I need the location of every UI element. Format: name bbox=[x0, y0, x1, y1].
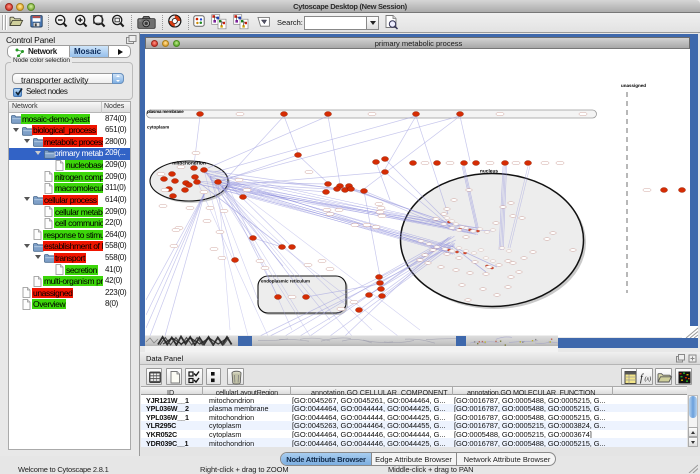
svg-text:nucleus: nucleus bbox=[480, 169, 498, 175]
svg-text:plasma membrane: plasma membrane bbox=[147, 109, 184, 114]
svg-text:(x): (x) bbox=[645, 376, 652, 383]
svg-text:mitochondrion: mitochondrion bbox=[172, 161, 206, 167]
svg-text:cytoplasm: cytoplasm bbox=[147, 125, 169, 130]
svg-text:endoplasmic reticulum: endoplasmic reticulum bbox=[261, 279, 310, 284]
svg-text:f: f bbox=[640, 373, 644, 384]
svg-text:unassigned: unassigned bbox=[621, 83, 646, 88]
